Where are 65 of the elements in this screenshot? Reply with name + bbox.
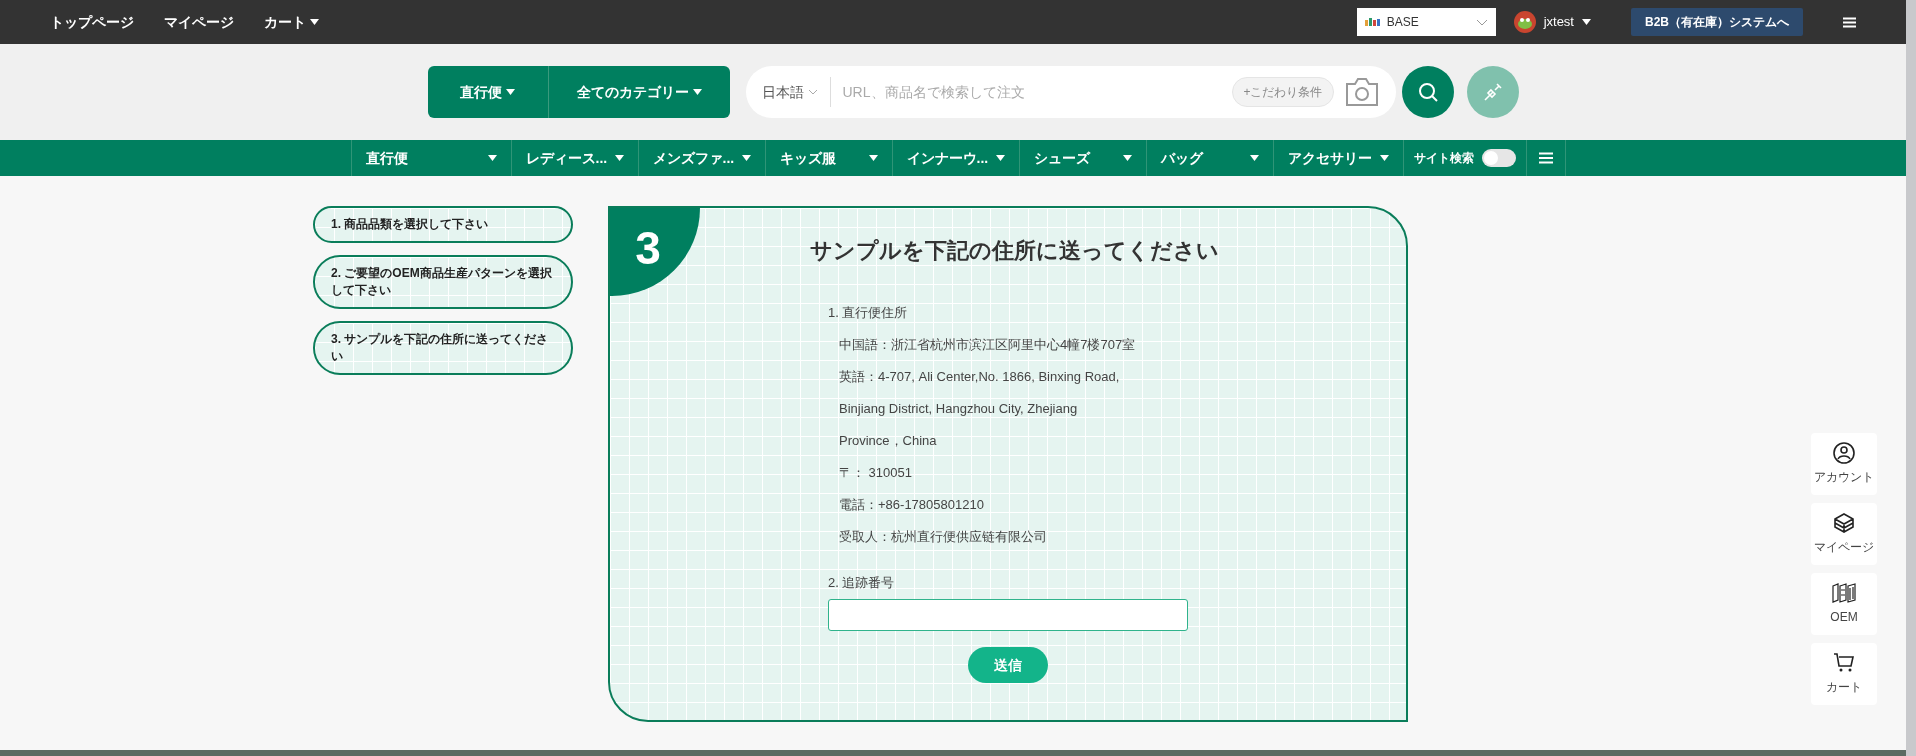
user-menu[interactable]: jxtest xyxy=(1543,12,1591,32)
category-tab[interactable]: レディース... xyxy=(511,140,639,176)
category-tab[interactable]: アクセサリー xyxy=(1273,140,1404,176)
address-line: Binjiang District, Hangzhou City, Zhejiang xyxy=(839,400,1079,418)
caret-icon xyxy=(614,155,624,161)
step-number: 3 xyxy=(610,208,700,296)
category-tab[interactable]: キッズ服 xyxy=(765,140,893,176)
site-search-label: サイト検索 xyxy=(1413,150,1474,167)
store-name: BASE xyxy=(1386,14,1419,31)
menu-icon[interactable] xyxy=(1843,16,1856,28)
search-button[interactable] xyxy=(1401,66,1454,118)
nav-link[interactable]: トップページ xyxy=(50,11,134,33)
address-line: Province，China xyxy=(839,432,938,450)
caret-icon xyxy=(487,155,497,161)
cart-icon xyxy=(1833,652,1855,674)
category-tab[interactable]: メンズファ... xyxy=(638,140,766,176)
search-input[interactable]: URL、商品名で検索して注文 xyxy=(842,81,1233,103)
chevron-down-icon xyxy=(807,89,818,95)
tracking-heading: 2. 追跡番号 xyxy=(828,574,896,592)
address-line: 受取人：杭州直行便供应链有限公司 xyxy=(839,528,1048,546)
site-search-toggle[interactable] xyxy=(1481,149,1516,167)
address-line: 電話：+86-17805801210 xyxy=(839,496,985,514)
caret-icon xyxy=(1582,19,1591,25)
caret-icon xyxy=(995,155,1005,161)
side-button[interactable]: アカウント xyxy=(1811,433,1877,495)
chevron-down-icon xyxy=(1475,18,1488,26)
caret-icon xyxy=(1249,155,1259,161)
avatar-icon xyxy=(1513,11,1536,33)
nav-link[interactable]: カート xyxy=(264,11,319,33)
category-tab[interactable]: インナーウ... xyxy=(892,140,1020,176)
address-line: 中国語：浙江省杭州市滨江区阿里中心4幢7楼707室 xyxy=(839,336,1137,354)
caret-icon xyxy=(506,89,515,95)
category-tab[interactable]: バッグ xyxy=(1146,140,1274,176)
search-field[interactable]: 日本語 URL、商品名で検索して注文 +こだわり条件 xyxy=(745,66,1396,118)
side-button[interactable]: マイページ xyxy=(1811,503,1877,565)
tracking-input[interactable] xyxy=(828,599,1188,631)
cube-icon xyxy=(1833,512,1855,534)
search-icon xyxy=(1417,82,1438,102)
category-tab[interactable]: 直行便 xyxy=(351,140,512,176)
caret-icon xyxy=(741,155,751,161)
step-item[interactable]: 3. サンプルを下記の住所に送ってください xyxy=(313,321,573,375)
camera-icon[interactable] xyxy=(1343,77,1380,107)
caret-icon xyxy=(868,155,878,161)
address-heading: 1. 直行便住所 xyxy=(828,304,909,322)
address-line: 〒： 310051 xyxy=(839,464,913,482)
store-select[interactable]: BASE xyxy=(1356,8,1496,36)
oem-logo-icon xyxy=(1831,582,1857,604)
user-icon xyxy=(1833,442,1855,464)
mode-dropdown[interactable]: 全てのカテゴリー xyxy=(547,66,730,118)
caret-icon xyxy=(1122,155,1132,161)
b2b-button[interactable]: B2B（有在庫）システムへ xyxy=(1631,8,1803,36)
scrollbar[interactable] xyxy=(1906,0,1916,756)
side-button[interactable]: カート xyxy=(1811,643,1877,705)
mode-dropdown[interactable]: 直行便 xyxy=(427,66,548,118)
nav-link[interactable]: マイページ xyxy=(164,11,234,33)
store-logo-icon xyxy=(1364,18,1383,26)
step-item[interactable]: 1. 商品品類を選択して下さい xyxy=(313,206,573,243)
category-tab[interactable]: シューズ xyxy=(1019,140,1147,176)
card-title: サンプルを下記の住所に送ってください xyxy=(810,237,1220,265)
caret-icon xyxy=(692,89,702,95)
caret-icon xyxy=(1379,155,1389,161)
side-button[interactable]: OEM xyxy=(1811,573,1877,635)
address-line: 英語：4-707, Ali Center,No. 1866, Binxing Road, xyxy=(839,368,1121,386)
step-item[interactable]: 2. ご要望のOEM商品生産パターンを選択して下さい xyxy=(313,255,573,309)
language-select[interactable]: 日本語 xyxy=(761,81,818,103)
